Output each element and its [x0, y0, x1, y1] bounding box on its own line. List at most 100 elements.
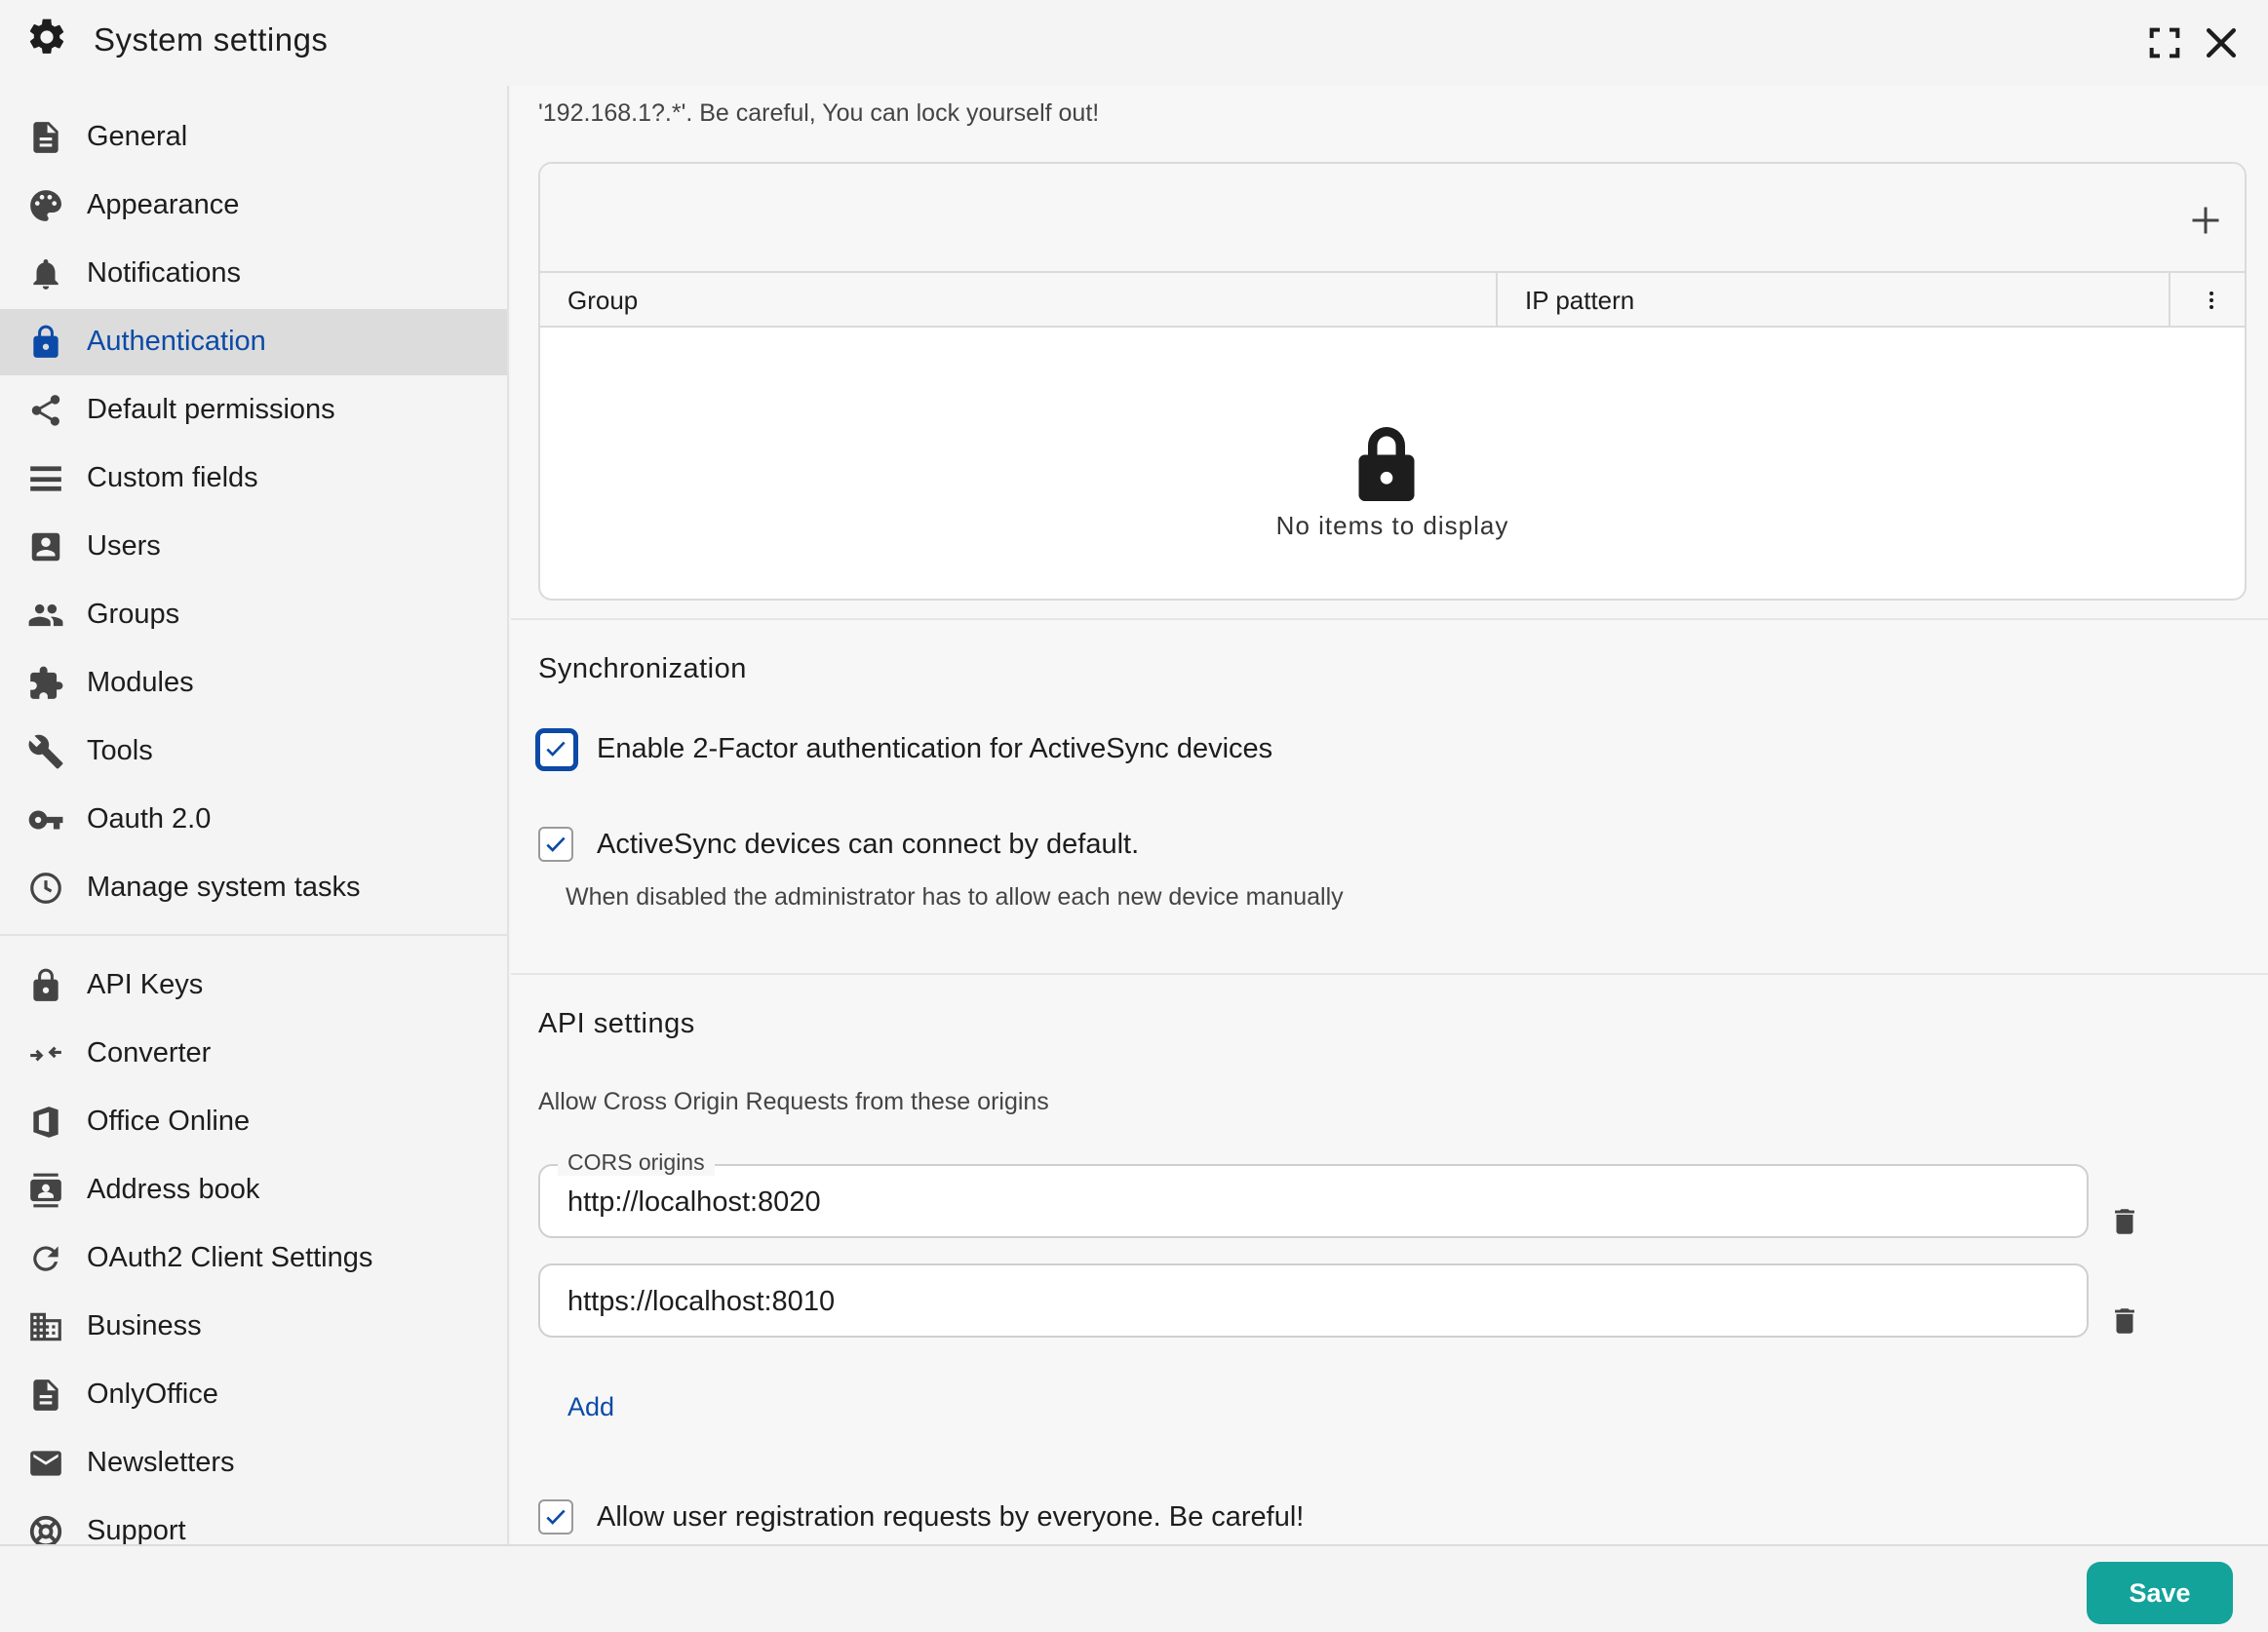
sidebar-item-support[interactable]: Support: [0, 1498, 507, 1544]
sidebar-item-label: Users: [87, 530, 161, 562]
cors-origin-input[interactable]: [567, 1184, 2030, 1221]
group-icon: [28, 603, 63, 627]
sidebar-item-label: Support: [87, 1515, 186, 1544]
activesync-default-connect-checkbox[interactable]: [538, 827, 573, 862]
sidebar-item-label: Authentication: [87, 326, 266, 357]
sidebar-item-label: Custom fields: [87, 462, 258, 493]
wrench-icon: [28, 734, 63, 769]
table-header: Group IP pattern: [540, 273, 2245, 328]
sidebar-item-label: Notifications: [87, 257, 241, 289]
twofa-activesync-label: Enable 2-Factor authentication for Activ…: [597, 733, 1273, 764]
settings-content: '192.168.1?.*'. Be careful, You can lock…: [511, 86, 2268, 1544]
sidebar-item-api-keys[interactable]: API Keys: [0, 952, 507, 1019]
ip-pattern-table: Group IP pattern No items to display: [538, 162, 2247, 601]
column-header-ip-pattern[interactable]: IP pattern: [1498, 273, 2170, 328]
sidebar-item-modules[interactable]: Modules: [0, 650, 507, 717]
sidebar-item-label: Manage system tasks: [87, 872, 361, 903]
sidebar-item-oauth2-client-settings[interactable]: OAuth2 Client Settings: [0, 1225, 507, 1292]
activesync-default-connect-label: ActiveSync devices can connect by defaul…: [597, 829, 1140, 860]
synchronization-heading: Synchronization: [538, 653, 747, 684]
cors-origin-field: [538, 1263, 2089, 1338]
sidebar-item-label: Office Online: [87, 1106, 251, 1137]
office-icon: [33, 1107, 59, 1138]
activesync-hint: When disabled the administrator has to a…: [566, 883, 1344, 911]
close-icon[interactable]: [2200, 21, 2243, 64]
lock-icon: [33, 968, 59, 1001]
trash-icon[interactable]: [2108, 1304, 2141, 1338]
gear-icon: [29, 19, 64, 54]
sidebar-item-address-book[interactable]: Address book: [0, 1157, 507, 1224]
sidebar-item-manage-system-tasks[interactable]: Manage system tasks: [0, 855, 507, 921]
sidebar-item-label: Default permissions: [87, 394, 335, 425]
cors-origin-input[interactable]: [567, 1283, 2030, 1320]
contact-icon: [30, 1173, 61, 1208]
title-bar: System settings: [0, 0, 2268, 86]
sidebar-item-notifications[interactable]: Notifications: [0, 241, 507, 307]
api-settings-heading: API settings: [538, 1008, 695, 1039]
bell-icon: [33, 258, 59, 290]
window-title: System settings: [94, 21, 329, 58]
dialog-footer: Save: [0, 1544, 2268, 1632]
list-icon: [30, 466, 61, 491]
lock-icon: [33, 325, 59, 358]
document-icon: [33, 1379, 59, 1411]
sidebar-item-onlyoffice[interactable]: OnlyOffice: [0, 1362, 507, 1428]
clock-icon: [30, 873, 61, 904]
plus-icon[interactable]: [2188, 203, 2223, 238]
check-icon: [546, 741, 566, 757]
sidebar-item-appearance[interactable]: Appearance: [0, 173, 507, 239]
building-icon: [30, 1312, 61, 1341]
check-icon: [546, 1509, 566, 1525]
add-origin-button[interactable]: Add: [567, 1392, 614, 1422]
lifebuoy-icon: [29, 1515, 62, 1544]
mail-icon: [30, 1451, 61, 1476]
sidebar-item-business[interactable]: Business: [0, 1294, 507, 1360]
cors-origins-legend: CORS origins: [558, 1149, 715, 1176]
palette-icon: [30, 190, 61, 221]
sidebar-item-oauth[interactable]: Oauth 2.0: [0, 787, 507, 853]
more-vertical-icon[interactable]: [2200, 289, 2223, 312]
sidebar-item-newsletters[interactable]: Newsletters: [0, 1430, 507, 1496]
ip-warning-text: '192.168.1?.*'. Be careful, You can lock…: [538, 99, 1100, 127]
trash-icon[interactable]: [2108, 1205, 2141, 1238]
sidebar-item-authentication[interactable]: Authentication: [0, 309, 507, 375]
settings-sidebar: General Appearance Notifications Authent…: [0, 86, 509, 1544]
lock-icon: [1358, 427, 1415, 501]
allow-registration-checkbox[interactable]: [538, 1499, 573, 1535]
sidebar-item-label: Modules: [87, 667, 194, 698]
document-icon: [33, 122, 59, 153]
allow-registration-label: Allow user registration requests by ever…: [597, 1501, 1305, 1533]
sidebar-item-label: Business: [87, 1310, 202, 1341]
key-icon: [28, 810, 63, 830]
sidebar-item-label: General: [87, 121, 188, 152]
user-icon: [31, 532, 60, 562]
sidebar-item-users[interactable]: Users: [0, 514, 507, 580]
section-divider: [511, 973, 2268, 975]
table-toolbar: [540, 164, 2245, 273]
check-icon: [546, 836, 566, 852]
sidebar-item-label: API Keys: [87, 969, 204, 1000]
sidebar-item-converter[interactable]: Converter: [0, 1021, 507, 1087]
puzzle-icon: [30, 666, 63, 699]
save-button[interactable]: Save: [2087, 1562, 2233, 1624]
sidebar-item-label: Address book: [87, 1174, 260, 1205]
twofa-activesync-checkbox[interactable]: [538, 731, 575, 768]
sidebar-item-label: Oauth 2.0: [87, 803, 212, 835]
share-icon: [31, 395, 60, 426]
sidebar-divider: [0, 934, 507, 936]
sidebar-item-default-permissions[interactable]: Default permissions: [0, 377, 507, 444]
sidebar-item-label: OnlyOffice: [87, 1379, 218, 1410]
sidebar-item-office-online[interactable]: Office Online: [0, 1089, 507, 1155]
refresh-icon: [33, 1246, 59, 1271]
sidebar-item-general[interactable]: General: [0, 104, 507, 171]
column-header-group[interactable]: Group: [540, 273, 1498, 328]
cors-origin-field: CORS origins: [538, 1149, 2089, 1238]
sidebar-item-tools[interactable]: Tools: [0, 719, 507, 785]
converter-icon: [30, 1046, 61, 1062]
maximize-icon[interactable]: [2145, 23, 2184, 62]
sidebar-item-groups[interactable]: Groups: [0, 582, 507, 648]
section-divider: [511, 618, 2268, 620]
empty-state-text: No items to display: [1275, 511, 1509, 540]
sidebar-item-custom-fields[interactable]: Custom fields: [0, 446, 507, 512]
cors-description: Allow Cross Origin Requests from these o…: [538, 1088, 1049, 1115]
